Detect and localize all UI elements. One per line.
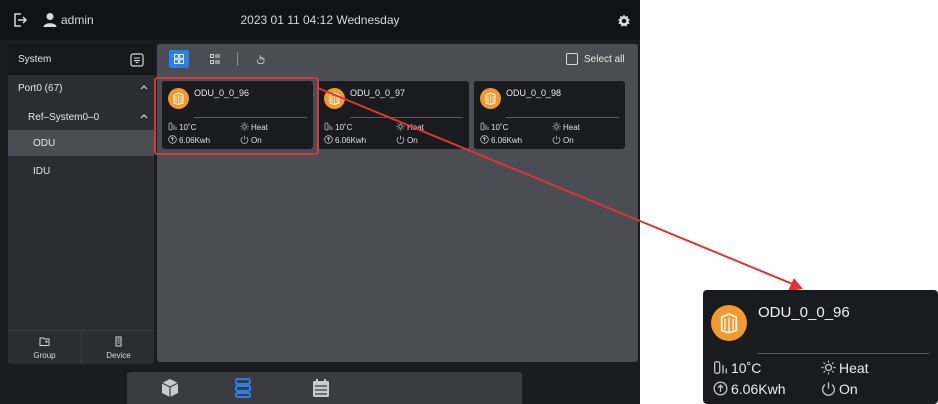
power-icon — [552, 135, 561, 144]
toolbar-divider — [237, 52, 238, 66]
odu-device-icon — [480, 88, 501, 109]
power-stat: On — [396, 135, 418, 145]
power-icon — [822, 382, 835, 396]
sidebar-footer: Group Device — [8, 330, 154, 364]
sun-icon — [821, 360, 836, 375]
device-name: ODU_0_0_96 — [758, 304, 850, 321]
power-icon — [396, 135, 405, 144]
energy-value: 6.06Kwh — [335, 136, 367, 145]
card-divider — [757, 353, 929, 354]
selection-highlight — [154, 77, 319, 155]
power-stat: On — [821, 381, 858, 397]
group-label: Group — [33, 351, 56, 360]
select-all-label[interactable]: Select all — [584, 54, 625, 65]
app-window: admin 2023 01 11 04:12 Wednesday System … — [0, 0, 640, 404]
tree-item-label: Port0 (67) — [18, 83, 63, 94]
temperature-stat: 10˚C — [324, 122, 352, 132]
select-all-checkbox[interactable] — [566, 53, 578, 65]
tree-item-ref-system[interactable]: Ref–System0–0 — [8, 104, 154, 130]
grid-icon — [174, 54, 184, 64]
tree-item-label: ODU — [33, 138, 56, 149]
energy-icon — [324, 135, 333, 144]
hand-pointer-icon — [257, 55, 265, 64]
chevron-up-icon[interactable] — [140, 113, 148, 119]
energy-value: 6.06Kwh — [491, 136, 523, 145]
odu-device-icon — [324, 88, 345, 109]
tree-item-odu[interactable]: ODU — [8, 130, 154, 156]
tree-item-label: IDU — [33, 166, 51, 177]
topology-view-button[interactable] — [251, 50, 271, 68]
gear-icon[interactable] — [617, 14, 631, 28]
calendar-icon[interactable] — [312, 378, 330, 398]
device-card[interactable]: ODU_0_0_97 10˚C Heat 6.06Kwh On — [318, 81, 469, 149]
tree-item-label: Ref–System0–0 — [28, 112, 100, 123]
mode-value: Heat — [563, 123, 580, 132]
stage: admin 2023 01 11 04:12 Wednesday System … — [0, 0, 938, 404]
mode-value: Heat — [839, 360, 869, 376]
grid-view-button[interactable] — [169, 50, 189, 68]
list-icon — [210, 54, 220, 64]
temperature-value: 10˚C — [491, 123, 509, 132]
sun-icon — [396, 122, 405, 131]
energy-stat: 6.06Kwh — [480, 135, 522, 145]
database-icon[interactable] — [234, 378, 252, 398]
power-stat: On — [552, 135, 574, 145]
thermometer-icon — [324, 122, 333, 131]
energy-stat: 6.06Kwh — [713, 381, 785, 397]
card-divider — [350, 117, 463, 118]
sun-icon — [552, 122, 561, 131]
top-bar: admin 2023 01 11 04:12 Wednesday — [0, 0, 640, 40]
device-card[interactable]: ODU_0_0_98 10˚C Heat 6.06Kwh On — [474, 81, 625, 149]
power-value: On — [407, 136, 418, 145]
energy-stat: 6.06Kwh — [324, 135, 366, 145]
device-button[interactable]: Device — [81, 331, 154, 364]
temperature-value: 10˚C — [731, 360, 762, 376]
zoomed-device-card: ODU_0_0_96 10˚C Heat 6.06Kwh On — [703, 290, 938, 404]
thermometer-icon — [714, 361, 727, 374]
collapse-tree-icon[interactable] — [130, 53, 144, 67]
device-name: ODU_0_0_97 — [350, 88, 406, 98]
list-view-button[interactable] — [205, 50, 225, 68]
mode-value: Heat — [407, 123, 424, 132]
power-value: On — [563, 136, 574, 145]
temperature-value: 10˚C — [335, 123, 353, 132]
group-button[interactable]: Group — [8, 331, 81, 364]
chevron-up-icon[interactable] — [140, 84, 148, 90]
device-icon — [115, 336, 122, 347]
mode-stat: Heat — [821, 360, 869, 376]
odu-device-icon — [711, 305, 747, 341]
temperature-stat: 10˚C — [713, 360, 761, 376]
thermometer-icon — [480, 122, 489, 131]
tree-item-port0[interactable]: Port0 (67) — [8, 75, 154, 101]
datetime-display: 2023 01 11 04:12 Wednesday — [240, 13, 400, 27]
energy-icon — [713, 381, 728, 396]
mode-stat: Heat — [396, 122, 424, 132]
energy-value: 6.06Kwh — [731, 381, 786, 397]
card-divider — [506, 117, 619, 118]
energy-icon — [480, 135, 489, 144]
power-value: On — [839, 381, 858, 397]
mode-stat: Heat — [552, 122, 580, 132]
sidebar-title: System — [18, 54, 52, 65]
device-label: Device — [106, 351, 131, 360]
bottom-dock — [127, 372, 522, 404]
device-name: ODU_0_0_98 — [506, 88, 562, 98]
cube-icon[interactable] — [161, 378, 179, 398]
folder-icon — [39, 337, 50, 346]
tree-item-idu[interactable]: IDU — [8, 158, 154, 184]
sidebar: System Port0 (67) Ref–System0–0 ODU IDU … — [8, 44, 154, 364]
sidebar-header: System — [8, 44, 154, 75]
temperature-stat: 10˚C — [480, 122, 508, 132]
